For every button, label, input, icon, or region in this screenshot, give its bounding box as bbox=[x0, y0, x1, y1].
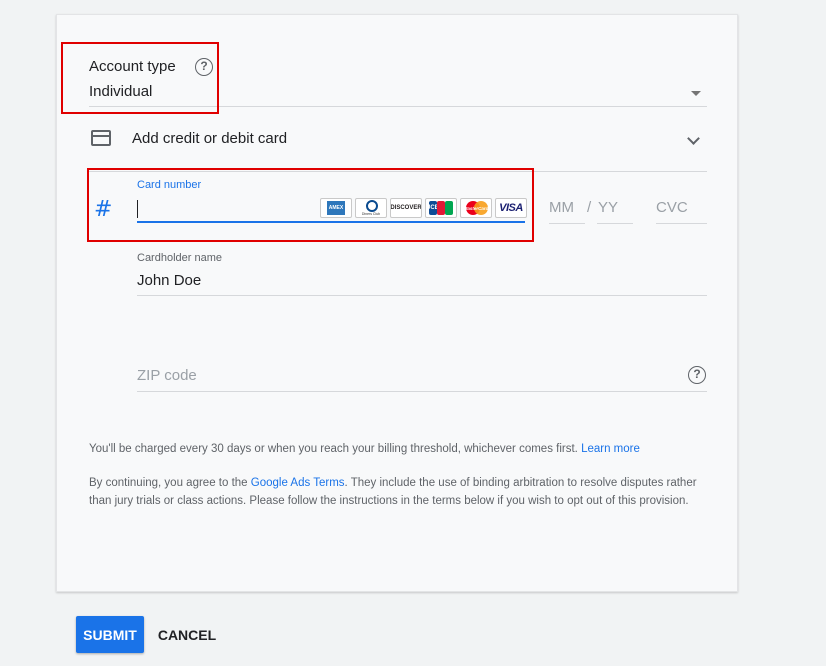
expiry-year-input[interactable]: YY bbox=[598, 199, 618, 216]
cvc-input[interactable]: CVC bbox=[656, 199, 688, 216]
google-ads-terms-link[interactable]: Google Ads Terms bbox=[251, 477, 345, 489]
cardholder-underline bbox=[137, 295, 707, 296]
submit-button[interactable]: SUBMIT bbox=[76, 616, 144, 653]
credit-card-icon bbox=[91, 130, 111, 146]
add-card-row[interactable]: Add credit or debit card bbox=[132, 130, 287, 148]
zip-underline bbox=[137, 391, 707, 392]
expiry-separator: / bbox=[587, 199, 592, 216]
chevron-down-icon[interactable] bbox=[687, 132, 700, 145]
cvc-underline bbox=[656, 223, 707, 224]
billing-notice-text: You'll be charged every 30 days or when … bbox=[89, 443, 578, 455]
cardholder-input[interactable]: John Doe bbox=[137, 272, 201, 289]
highlight-card-number bbox=[87, 168, 534, 242]
learn-more-link[interactable]: Learn more bbox=[581, 443, 640, 455]
expiry-month-input[interactable]: MM bbox=[549, 199, 574, 216]
expiry-month-underline bbox=[549, 223, 585, 224]
highlight-account-type bbox=[61, 42, 219, 114]
terms-prefix: By continuing, you agree to the bbox=[89, 477, 248, 489]
help-icon[interactable]: ? bbox=[688, 366, 706, 384]
cancel-button[interactable]: CANCEL bbox=[152, 616, 222, 653]
caret-down-icon[interactable] bbox=[691, 91, 701, 96]
add-card-label: Add credit or debit card bbox=[132, 130, 288, 147]
zip-input[interactable]: ZIP code bbox=[137, 367, 197, 384]
expiry-year-underline bbox=[597, 223, 633, 224]
cardholder-label: Cardholder name bbox=[137, 252, 222, 264]
billing-notice: You'll be charged every 30 days or when … bbox=[89, 440, 709, 458]
terms-notice: By continuing, you agree to the Google A… bbox=[89, 474, 709, 510]
